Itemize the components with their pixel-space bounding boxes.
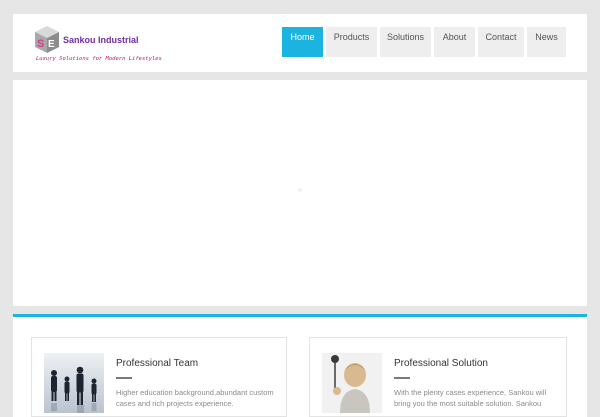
team-silhouettes-image bbox=[44, 353, 104, 413]
nav-item-contact[interactable]: Contact bbox=[478, 27, 524, 57]
svg-text:S: S bbox=[37, 38, 44, 50]
feature-text: Higher education background,abundant cus… bbox=[116, 388, 274, 408]
svg-text:E: E bbox=[48, 39, 55, 50]
nav-item-products[interactable]: Products bbox=[326, 27, 377, 57]
title-divider bbox=[116, 377, 132, 379]
feature-text: With the plenty cases experience, Sankou… bbox=[394, 388, 547, 408]
slider-loading-indicator bbox=[298, 188, 302, 192]
title-divider bbox=[394, 377, 410, 379]
nav-item-about[interactable]: About bbox=[434, 27, 475, 57]
nav-item-home[interactable]: Home bbox=[282, 27, 323, 57]
feature-card-team[interactable]: Professional Team Higher education backg… bbox=[31, 337, 287, 417]
feature-title: Professional Solution bbox=[394, 358, 488, 369]
site-logo[interactable]: S E Sankou Industrial Luxury Solutions f… bbox=[33, 25, 162, 65]
child-with-brush-image bbox=[322, 353, 382, 413]
features-section: Professional Team Higher education backg… bbox=[13, 314, 587, 417]
nav-item-news[interactable]: News bbox=[527, 27, 566, 57]
logo-name: Sankou Industrial bbox=[63, 35, 139, 45]
feature-title: Professional Team bbox=[116, 358, 199, 369]
logo-tagline: Luxury Solutions for Modern Lifestyles bbox=[36, 56, 162, 62]
site-header: S E Sankou Industrial Luxury Solutions f… bbox=[13, 14, 587, 72]
main-nav: Home Products Solutions About Contact Ne… bbox=[282, 27, 566, 57]
hero-slider[interactable] bbox=[13, 80, 587, 306]
logo-cube-icon: S E bbox=[35, 26, 59, 53]
feature-card-solution[interactable]: Professional Solution With the plenty ca… bbox=[309, 337, 567, 417]
nav-item-solutions[interactable]: Solutions bbox=[380, 27, 431, 57]
